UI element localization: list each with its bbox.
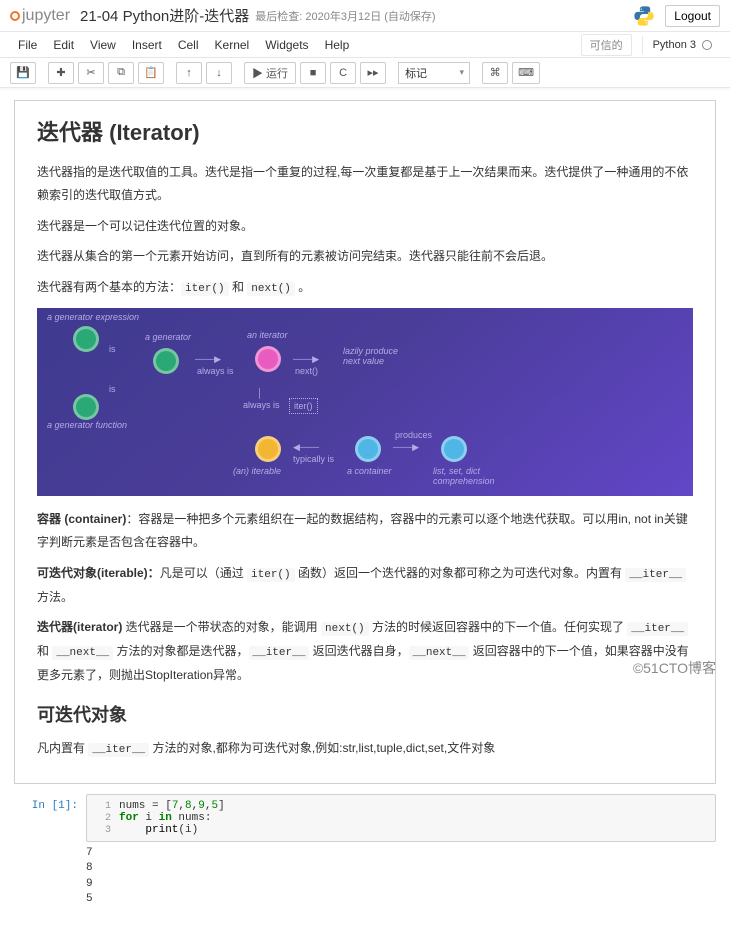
restart-button[interactable]: C xyxy=(330,62,356,84)
copy-button[interactable]: ⧉ xyxy=(108,62,134,84)
menubar: File Edit View Insert Cell Kernel Widget… xyxy=(0,32,730,58)
paragraph: 迭代器从集合的第一个元素开始访问，直到所有的元素被访问完结束。迭代器只能往前不会… xyxy=(37,245,693,268)
diagram-node xyxy=(355,436,381,462)
notebook-name[interactable]: 21-04 Python进阶-迭代器 xyxy=(80,5,249,26)
jupyter-logo[interactable]: jupyter xyxy=(10,7,70,25)
heading-iterator: 迭代器 (Iterator) xyxy=(37,115,693,147)
watermark: ©51CTO博客 xyxy=(633,658,716,678)
move-up-button[interactable]: ↑ xyxy=(176,62,202,84)
diagram-node xyxy=(255,346,281,372)
menu-file[interactable]: File xyxy=(10,34,45,56)
code-cell[interactable]: In [1]: 1nums = [7,8,9,5] 2for i in nums… xyxy=(14,794,716,842)
paragraph: 迭代器指的是迭代取值的工具。迭代是指一个重复的过程,每一次重复都是基于上一次结果… xyxy=(37,161,693,207)
keyboard-button[interactable]: ⌨ xyxy=(512,62,540,84)
markdown-cell[interactable]: 迭代器 (Iterator) 迭代器指的是迭代取值的工具。迭代是指一个重复的过程… xyxy=(14,100,716,784)
menu-view[interactable]: View xyxy=(82,34,124,56)
paragraph: 迭代器有两个基本的方法：iter() 和 next() 。 xyxy=(37,276,693,300)
trusted-indicator[interactable]: 可信的 xyxy=(581,34,632,56)
paragraph: 容器 (container)：容器是一种把多个元素组织在一起的数据结构，容器中的… xyxy=(37,508,693,554)
diagram-node xyxy=(441,436,467,462)
iterator-diagram: a generator expression is a generator ──… xyxy=(37,308,693,496)
move-down-button[interactable]: ↓ xyxy=(206,62,232,84)
heading-iterable: 可迭代对象 xyxy=(37,701,693,727)
paragraph: 迭代器是一个可以记住迭代位置的对象。 xyxy=(37,215,693,238)
kernel-idle-icon xyxy=(702,40,712,50)
diagram-node xyxy=(73,326,99,352)
menu-insert[interactable]: Insert xyxy=(124,34,170,56)
menu-edit[interactable]: Edit xyxy=(45,34,82,56)
menu-cell[interactable]: Cell xyxy=(170,34,207,56)
paragraph: 可迭代对象(iterable)：凡是可以（通过 iter() 函数）返回一个迭代… xyxy=(37,562,693,609)
notebook-container: 迭代器 (Iterator) 迭代器指的是迭代取值的工具。迭代是指一个重复的过程… xyxy=(0,88,730,945)
paragraph: 凡内置有 __iter__ 方法的对象,都称为可迭代对象,例如:str,list… xyxy=(37,737,693,761)
diagram-node xyxy=(73,394,99,420)
code-output: 7 8 9 5 xyxy=(14,842,716,908)
paste-button[interactable]: 📋 xyxy=(138,62,164,84)
save-button[interactable]: 💾 xyxy=(10,62,36,84)
interrupt-button[interactable]: ■ xyxy=(300,62,326,84)
cut-button[interactable]: ✂ xyxy=(78,62,104,84)
input-prompt: In [1]: xyxy=(14,794,86,842)
menu-help[interactable]: Help xyxy=(317,34,358,56)
checkpoint-status: 最后检查: 2020年3月12日 (自动保存) xyxy=(255,8,435,24)
python-logo-icon xyxy=(633,5,655,27)
logout-button[interactable]: Logout xyxy=(665,5,720,27)
notebook-header: jupyter 21-04 Python进阶-迭代器 最后检查: 2020年3月… xyxy=(0,0,730,32)
kernel-indicator[interactable]: Python 3 xyxy=(642,36,720,54)
menu-widgets[interactable]: Widgets xyxy=(257,34,316,56)
diagram-node xyxy=(153,348,179,374)
code-input-area[interactable]: 1nums = [7,8,9,5] 2for i in nums: 3 prin… xyxy=(86,794,716,842)
toolbar: 💾 ✚ ✂ ⧉ 📋 ↑ ↓ ▶ 运行 ■ C ▸▸ 标记 ⌘ ⌨ xyxy=(0,58,730,88)
menu-kernel[interactable]: Kernel xyxy=(207,34,258,56)
diagram-node xyxy=(255,436,281,462)
run-all-button[interactable]: ▸▸ xyxy=(360,62,386,84)
add-cell-button[interactable]: ✚ xyxy=(48,62,74,84)
command-palette-button[interactable]: ⌘ xyxy=(482,62,508,84)
cell-type-select[interactable]: 标记 xyxy=(398,62,470,84)
paragraph: 迭代器(iterator) 迭代器是一个带状态的对象，能调用 next() 方法… xyxy=(37,616,693,687)
run-button[interactable]: ▶ 运行 xyxy=(244,62,296,84)
